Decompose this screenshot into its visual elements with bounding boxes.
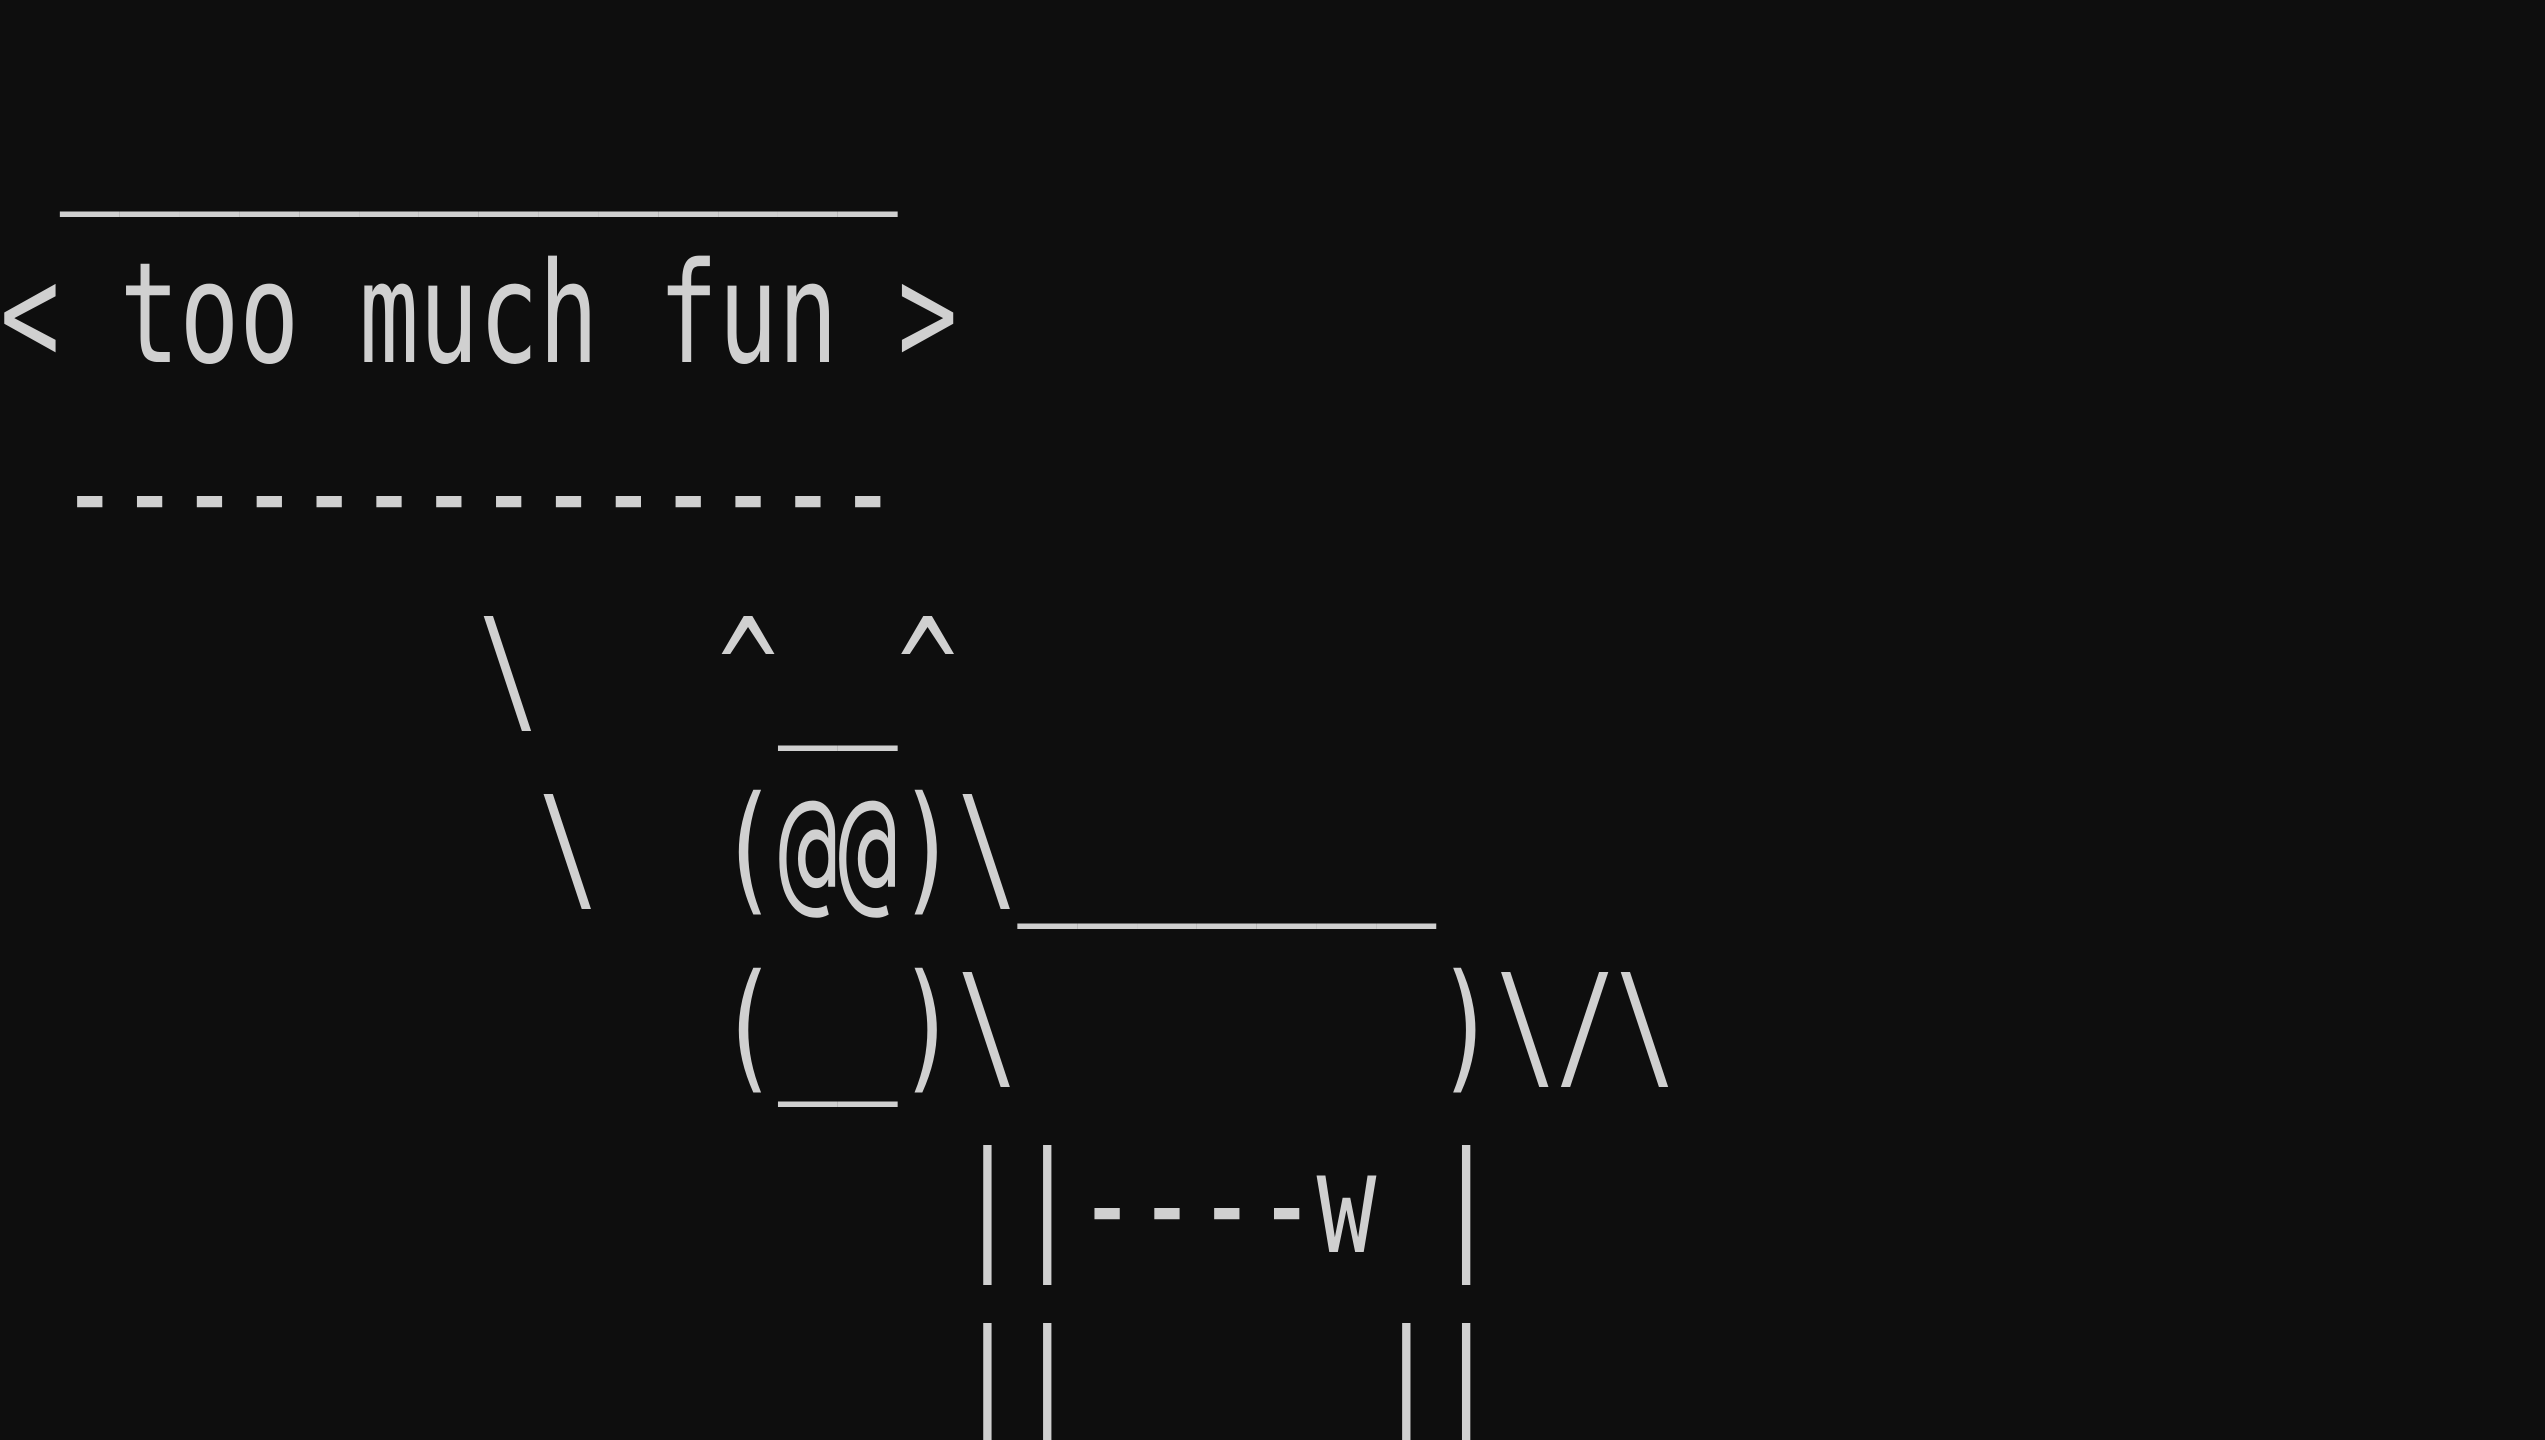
cow-body-line: (__)\ )\/\ <box>0 945 1676 1108</box>
cow-legs-line-upper: ||----w | <box>0 1123 1497 1286</box>
cow-ears-line: \ ^__^ <box>0 589 958 752</box>
speech-bubble-message: < too much fun > <box>0 233 958 396</box>
cow-legs-line-lower: || || <box>0 1301 1497 1440</box>
cow-eyes-line: \ (@@)\_______ <box>0 767 1437 930</box>
cowsay-output: ______________ < too much fun > ---------… <box>0 48 1676 1440</box>
terminal-window[interactable]: ______________ < too much fun > ---------… <box>0 0 2545 1440</box>
speech-bubble-top-border: ______________ <box>0 55 898 218</box>
speech-bubble-bottom-border: -------------- <box>0 411 898 574</box>
